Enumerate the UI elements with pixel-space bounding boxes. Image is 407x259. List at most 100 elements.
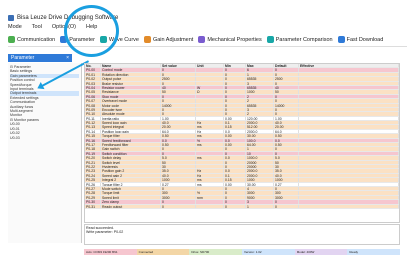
table-cell: 1 — [246, 147, 274, 151]
table-cell — [299, 90, 399, 94]
table-cell: 3 — [246, 107, 274, 112]
table-cell: 0.50 — [161, 143, 196, 147]
table-cell: 0.27 — [161, 182, 196, 186]
toolbar-button-5[interactable]: Parameter Comparison — [266, 36, 333, 43]
table-cell — [299, 169, 399, 173]
table-cell: 300 — [161, 191, 196, 195]
table-cell: Torque filter 2 — [101, 182, 161, 186]
table-cell: Speed limit — [101, 195, 161, 200]
table-cell: 0 — [224, 72, 246, 77]
table-cell: 0 — [224, 186, 246, 191]
table-cell: P0-17 — [85, 143, 101, 147]
table-cell: P0-18 — [85, 147, 101, 151]
table-cell — [299, 178, 399, 182]
table-cell: Hz — [196, 129, 224, 134]
toolbar-button-3[interactable]: Gain Adjustment — [143, 36, 193, 43]
table-cell: 0 — [274, 72, 299, 77]
table-cell: 0 — [274, 151, 299, 156]
table-cell — [299, 116, 399, 121]
table-row[interactable]: P0-31 Ready output 0 0 1 0 — [85, 204, 399, 209]
column-header[interactable]: Set value — [161, 64, 196, 68]
tab-close-icon[interactable]: × — [66, 55, 69, 61]
table-cell: Stop mode — [101, 94, 161, 99]
tab-parameter[interactable]: Parameter × — [8, 54, 72, 62]
table-cell: 0 — [224, 85, 246, 90]
table-cell — [196, 107, 224, 112]
table-cell — [299, 112, 399, 116]
table-cell: P0-23 — [85, 169, 101, 173]
table-cell — [299, 138, 399, 143]
table-cell: Absolute mode — [101, 112, 161, 116]
table-cell: P0-16 — [85, 138, 101, 143]
column-header[interactable]: Max — [246, 64, 274, 68]
toolbar-label: Mechanical Properties — [207, 36, 262, 43]
table-cell — [299, 103, 399, 107]
table-cell: 0 — [224, 81, 246, 85]
status-segment: Version: 1.02 — [242, 249, 295, 255]
table-cell: 20000 — [246, 160, 274, 164]
column-header[interactable]: Name — [101, 64, 161, 68]
table-cell: P0-20 — [85, 156, 101, 160]
table-cell: Mode switch — [101, 186, 161, 191]
table-cell: 0 — [161, 68, 196, 72]
table-cell: 4 — [246, 186, 274, 191]
table-cell — [299, 195, 399, 200]
table-cell: 0.00 — [224, 134, 246, 138]
table-cell — [299, 147, 399, 151]
table-cell: 0 — [224, 191, 246, 195]
table-cell — [299, 200, 399, 204]
table-cell — [299, 173, 399, 178]
table-cell: 100.0 — [246, 138, 274, 143]
column-header[interactable]: Min — [224, 64, 246, 68]
table-cell — [299, 160, 399, 164]
column-header[interactable]: Unit — [196, 64, 224, 68]
table-cell: P0-31 — [85, 204, 101, 208]
table-cell — [196, 81, 224, 85]
table-cell: 0.27 — [274, 182, 299, 186]
table-cell: 3000 — [161, 195, 196, 200]
table-cell: Switch level — [101, 160, 161, 164]
toolbar-button-4[interactable]: Mechanical Properties — [198, 36, 262, 43]
table-cell: 40.0 — [274, 121, 299, 125]
column-header[interactable]: Default — [274, 64, 299, 68]
toolbar-button-0[interactable]: Communication — [8, 36, 55, 43]
table-cell: ms — [196, 182, 224, 186]
table-cell: 64.0 — [161, 129, 196, 134]
table-cell: Speed gain 2 — [101, 173, 161, 178]
table-cell: 50 — [274, 90, 299, 94]
table-cell: 0.15 — [224, 125, 246, 129]
menu-tool[interactable]: Tool — [32, 24, 42, 30]
column-header[interactable]: No. — [85, 64, 101, 68]
table-cell: 3000 — [246, 191, 274, 195]
table-cell: Brake resistor — [101, 81, 161, 85]
table-cell: Resistor power — [101, 85, 161, 90]
table-cell: 0 — [274, 204, 299, 208]
table-cell — [299, 77, 399, 81]
table-cell: % — [196, 191, 224, 195]
mechanical-icon — [198, 36, 206, 43]
tree-item[interactable]: U0-03 — [10, 136, 79, 140]
table-cell: 2500 — [161, 77, 196, 81]
toolbar-button-6[interactable]: Fast Download — [337, 36, 383, 43]
table-cell — [299, 99, 399, 103]
table-cell: 0 — [161, 107, 196, 112]
status-segment: Model: 400W — [294, 249, 348, 255]
table-cell — [299, 182, 399, 186]
table-cell: 0 — [161, 186, 196, 191]
table-cell: Position gain 2 — [101, 169, 161, 173]
column-header[interactable]: Effective — [299, 64, 399, 68]
table-cell: 512.00 — [246, 125, 274, 129]
table-cell: P0-30 — [85, 200, 101, 204]
table-cell — [299, 85, 399, 90]
table-cell: 0.15 — [224, 178, 246, 182]
table-cell: P0-19 — [85, 151, 101, 156]
table-cell: 40.0 — [274, 173, 299, 178]
table-cell: 0 — [224, 112, 246, 116]
table-cell — [299, 143, 399, 147]
table-cell: Feedforward filter — [101, 143, 161, 147]
menu-mode[interactable]: Mode — [8, 24, 22, 30]
table-cell: 3 — [246, 81, 274, 85]
parameter-tree: ⊟ Parameter Basic settings Gain paramete… — [8, 63, 82, 243]
table-cell: 0 — [224, 99, 246, 103]
table-cell: 0 — [274, 112, 299, 116]
